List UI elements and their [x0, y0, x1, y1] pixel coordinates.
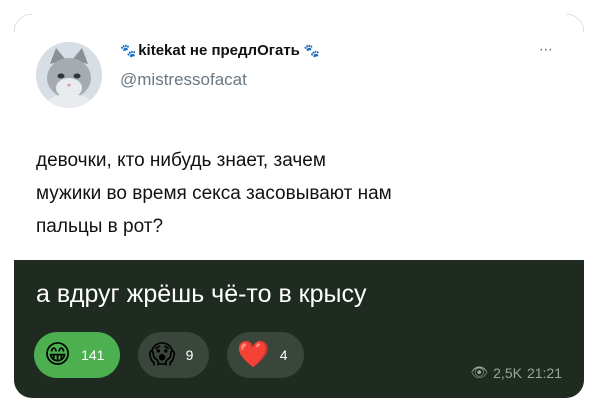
- reaction-count: 9: [185, 347, 194, 363]
- tweet-screenshot: 🐾 kitekat не предлОгать 🐾 @mistressofaca…: [14, 14, 584, 260]
- reply-caption: а вдруг жрёшь чё-то в крысу: [36, 280, 367, 308]
- reactions-bar: 😁 141 😱 9 ❤️ 4: [34, 332, 304, 378]
- more-options-icon[interactable]: ⋯: [539, 42, 554, 58]
- reaction-heart[interactable]: ❤️ 4: [227, 332, 304, 378]
- paw-prints-icon: 🐾: [120, 42, 136, 58]
- view-count: 2,5K: [493, 364, 522, 381]
- cat-avatar-icon: [36, 42, 102, 108]
- paw-prints-icon: 🐾: [303, 42, 320, 58]
- reaction-count: 4: [279, 347, 288, 363]
- message-meta: 👁 2,5K 21:21: [470, 364, 562, 381]
- display-name[interactable]: 🐾 kitekat не предлОгать 🐾: [120, 42, 320, 59]
- reaction-screaming[interactable]: 😱 9: [138, 332, 210, 378]
- tweet-text: девочки, кто нибудь знает, зачем мужики …: [36, 150, 392, 237]
- display-name-text: kitekat не предлОгать: [138, 42, 300, 59]
- screaming-face-icon: 😱: [148, 340, 176, 370]
- avatar[interactable]: [36, 42, 102, 108]
- eye-icon: 👁: [470, 364, 489, 380]
- reaction-grinning[interactable]: 😁 141: [34, 332, 121, 378]
- grinning-face-icon: 😁: [44, 340, 72, 370]
- user-handle[interactable]: @mistressofacat: [120, 70, 247, 90]
- message-time: 21:21: [526, 364, 562, 381]
- reaction-count: 141: [81, 347, 105, 363]
- red-heart-icon: ❤️: [237, 340, 270, 370]
- post-card: 🐾 kitekat не предлОгать 🐾 @mistressofaca…: [14, 14, 584, 398]
